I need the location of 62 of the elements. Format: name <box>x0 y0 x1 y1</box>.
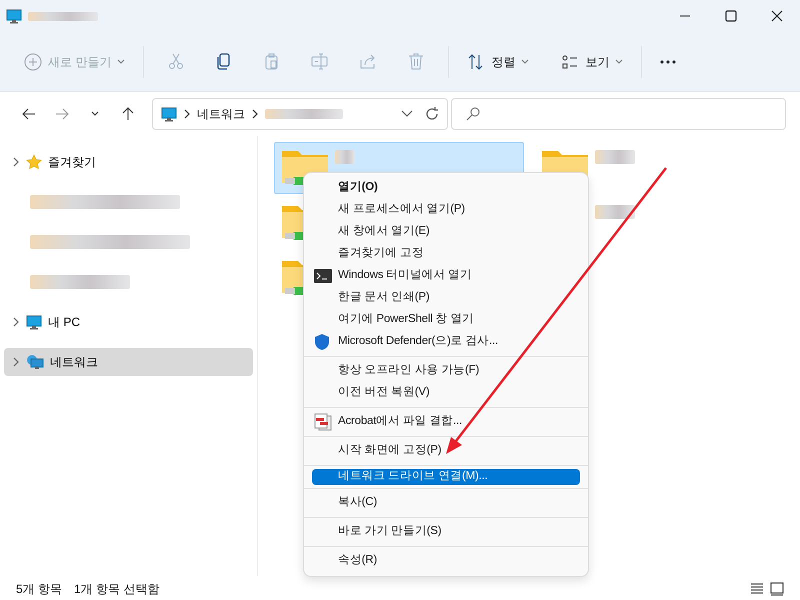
menu-item[interactable]: 복사(C) <box>312 492 580 514</box>
documents-icon <box>314 413 332 431</box>
menu-item[interactable]: 새 창에서 열기(E) <box>312 221 580 243</box>
chevron-icon <box>251 109 259 119</box>
terminal-icon <box>314 269 332 283</box>
sort-button[interactable]: 정렬 <box>457 46 540 76</box>
plus-icon <box>24 52 42 70</box>
menu-item[interactable]: Acrobat에서 파일 결합... <box>312 411 580 433</box>
tiles-view-icon[interactable] <box>770 582 784 596</box>
details-view-icon[interactable] <box>750 582 764 596</box>
menu-item[interactable]: 속성(R) <box>312 550 580 572</box>
address-bar[interactable]: 네트워크 <box>152 98 448 130</box>
shield-icon <box>314 333 330 351</box>
back-icon <box>21 106 37 122</box>
chevron-icon <box>183 109 191 119</box>
close-icon <box>771 10 783 22</box>
monitor-icon <box>26 314 42 330</box>
caret-icon <box>521 58 530 64</box>
chevron-icon <box>12 317 20 327</box>
menu-item[interactable]: 한글 문서 인쇄(P) <box>312 287 580 309</box>
more-icon <box>660 60 676 64</box>
view-button[interactable]: 보기 <box>551 46 634 76</box>
star-icon <box>26 154 42 170</box>
caret-icon <box>117 58 126 64</box>
monitor-icon <box>161 106 177 122</box>
selection-count: 1개 항목 선택함 <box>74 581 160 598</box>
chevron-icon <box>12 157 20 167</box>
redacted-title <box>28 12 98 20</box>
item-count: 5개 항목 <box>16 581 62 598</box>
menu-item[interactable]: 새 프로세스에서 열기(P) <box>312 199 580 221</box>
menu-item[interactable]: 열기(O) <box>312 177 580 199</box>
chevron-icon <box>12 357 20 367</box>
search-field[interactable] <box>451 98 786 130</box>
sort-icon <box>467 52 486 70</box>
sidebar-item[interactable]: 내 PC <box>4 308 253 336</box>
menu-item[interactable]: 이전 버전 복원(V) <box>312 382 580 404</box>
menu-item[interactable]: 항상 오프라인 사용 가능(F) <box>312 360 580 382</box>
up-icon <box>120 106 136 122</box>
redacted-label <box>595 205 635 219</box>
menu-item[interactable]: 즐겨찾기에 고정 <box>312 243 580 265</box>
forward-icon <box>54 106 70 122</box>
menu-item[interactable]: 네트워크 드라이브 연결(M)... <box>312 469 580 485</box>
view-icon <box>561 52 580 70</box>
breadcrumb-item[interactable]: 네트워크 <box>197 105 245 123</box>
minimize-icon <box>680 15 690 17</box>
caret-icon <box>615 58 624 64</box>
menu-item[interactable]: Windows 터미널에서 열기 <box>312 265 580 287</box>
network-icon <box>26 354 44 370</box>
menu-item[interactable]: 시작 화면에 고정(P) <box>312 440 580 462</box>
menu-item[interactable]: 여기에 PowerShell 창 열기 <box>312 309 580 331</box>
rename-icon <box>310 52 330 72</box>
search-icon <box>466 107 480 121</box>
maximize-icon <box>725 10 737 22</box>
sidebar-item[interactable]: 네트워크 <box>4 348 253 376</box>
redacted-label <box>595 150 635 164</box>
menu-item[interactable]: Microsoft Defender(으)로 검사... <box>312 331 580 353</box>
dropdown-icon <box>401 110 413 118</box>
redacted-label <box>335 150 355 164</box>
sidebar-item[interactable]: 즐겨찾기 <box>4 148 253 176</box>
app-icon <box>6 8 22 24</box>
menu-item[interactable]: 바로 가기 만들기(S) <box>312 521 580 543</box>
refresh-icon <box>425 107 439 121</box>
